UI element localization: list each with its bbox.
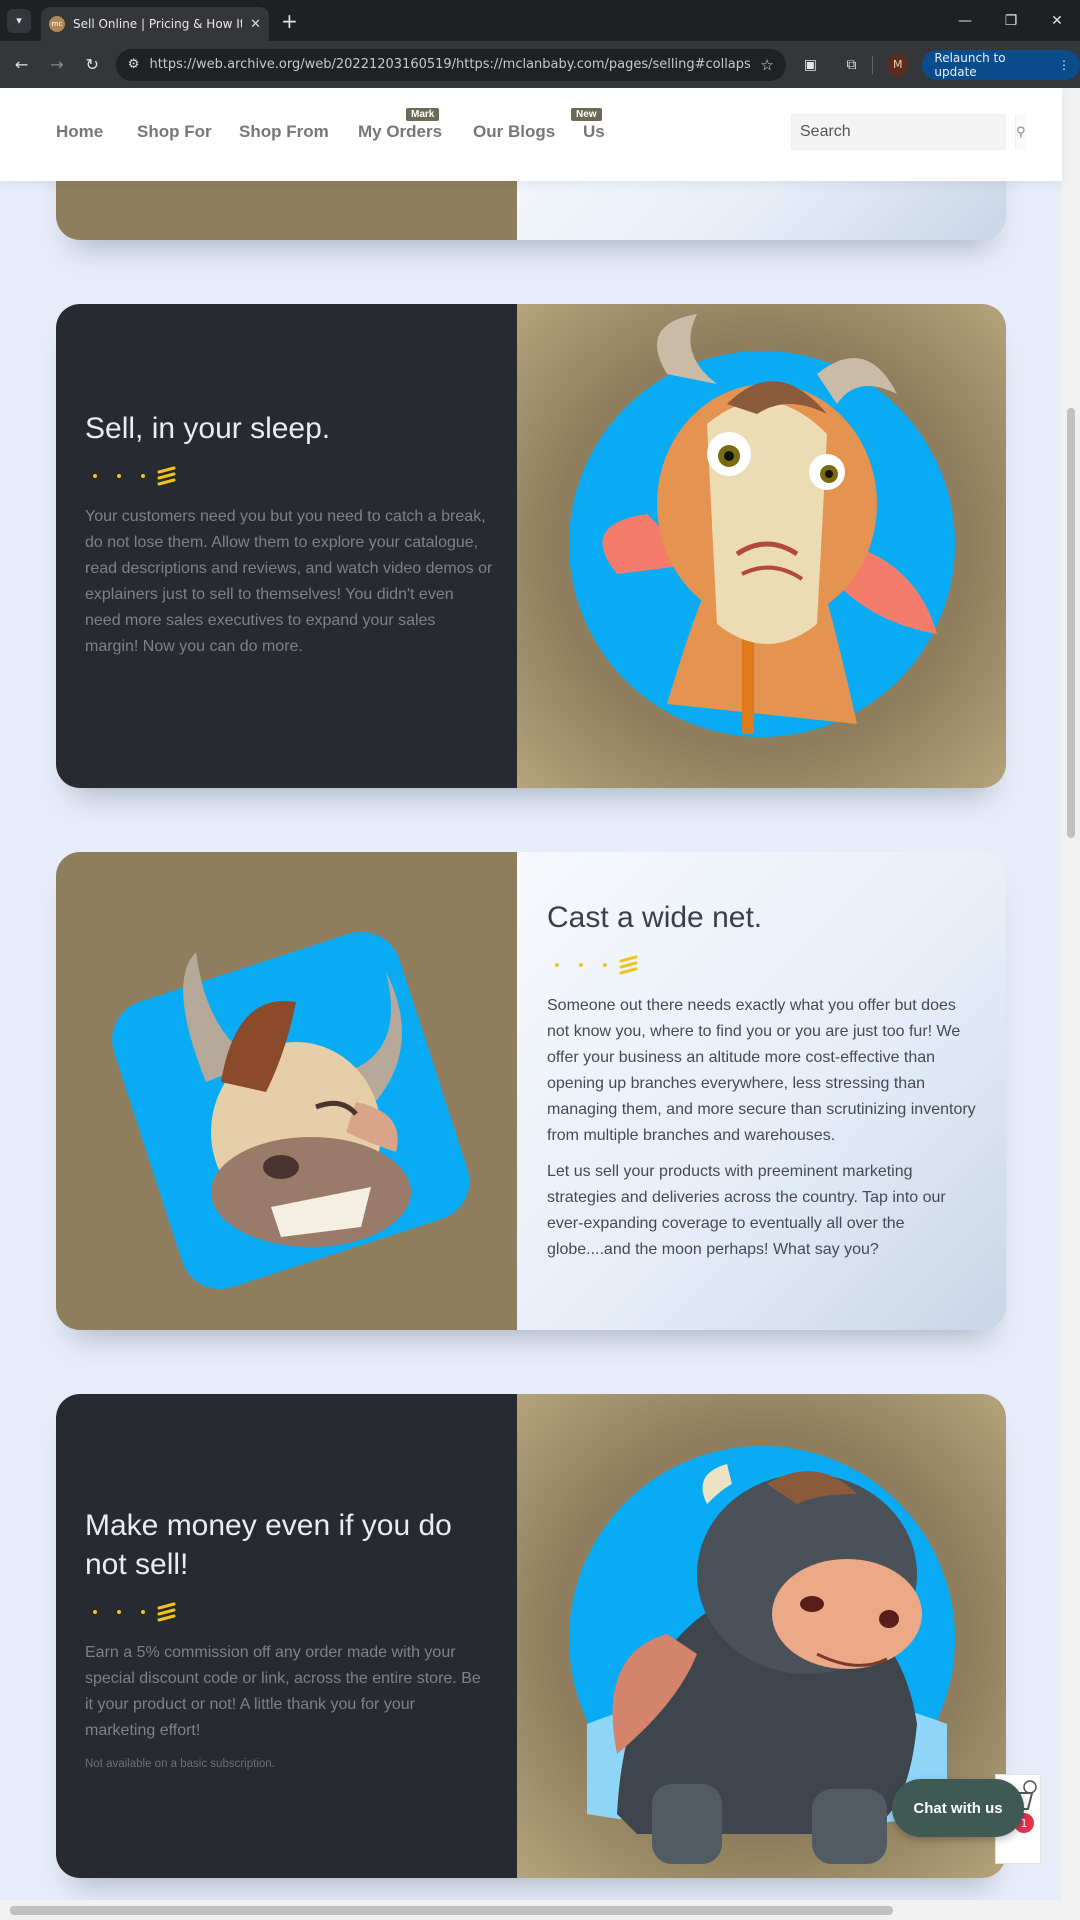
cast-icon[interactable]: ▣ [794, 57, 827, 73]
card-title: Cast a wide net. [547, 901, 763, 934]
card-body-secondary: Let us sell your products with preeminen… [547, 1163, 946, 1258]
address-bar[interactable]: ⚙ https://web.archive.org/web/2022120316… [115, 48, 786, 81]
card-title: Make money even if you do not sell! [85, 1509, 452, 1581]
site-info-icon[interactable]: ⚙ [128, 57, 140, 72]
card-body: Your customers need you but you need to … [85, 508, 493, 655]
nav-home[interactable]: Home [56, 122, 103, 142]
window-close-icon[interactable]: ✕ [1034, 13, 1080, 29]
decorative-dots [93, 466, 493, 486]
decorative-dots [555, 955, 977, 975]
search-icon[interactable]: ⚲ [1015, 115, 1026, 149]
tab-search-button[interactable]: ▾ [7, 8, 31, 33]
relaunch-label: Relaunch to update [934, 50, 1006, 79]
card-text-panel: Cast a wide net. Someone out there needs… [517, 852, 1006, 1330]
nav-us[interactable]: New Us [571, 108, 605, 142]
back-icon[interactable]: ← [8, 55, 35, 74]
nav-our-blogs[interactable]: Our Blogs [473, 122, 555, 142]
card-body: Someone out there needs exactly what you… [547, 997, 976, 1144]
search-input[interactable] [792, 115, 1015, 149]
horizontal-scrollbar[interactable] [0, 1900, 1080, 1920]
site-favicon: mc [49, 16, 65, 32]
new-tab-button[interactable]: + [281, 9, 298, 33]
bull-illustration [112, 931, 470, 1290]
tab-title: Sell Online | Pricing & How It W [73, 17, 243, 31]
more-menu-icon[interactable]: ⋮ [1058, 58, 1070, 72]
zigzag-icon [157, 466, 176, 486]
minimize-icon[interactable]: — [942, 13, 988, 29]
horizontal-scroll-thumb[interactable] [10, 1906, 893, 1915]
url-text[interactable]: https://web.archive.org/web/202212031605… [149, 57, 750, 72]
nav-my-orders[interactable]: Mark My Orders [358, 108, 443, 142]
search-box: ⚲ [791, 114, 1026, 150]
close-icon[interactable]: ✕ [250, 17, 261, 32]
nav-badge-mark: Mark [406, 108, 440, 121]
restore-icon[interactable]: ❐ [988, 13, 1034, 29]
card-title: Sell, in your sleep. [85, 412, 331, 445]
page-viewport: Home Shop For Shop From Mark My Orders O… [0, 88, 1080, 1900]
toolbar-divider [872, 55, 873, 74]
card-sell-in-sleep: Sell, in your sleep. Your customers need… [56, 304, 1006, 788]
nav-us-label: Us [583, 122, 605, 141]
vertical-scrollbar[interactable] [1062, 88, 1080, 1900]
browser-tab[interactable]: mc Sell Online | Pricing & How It W ✕ [41, 7, 269, 41]
goat-illustration [569, 314, 955, 737]
nav-shop-from[interactable]: Shop From [239, 122, 329, 142]
profile-avatar[interactable]: M [886, 53, 909, 76]
window-controls: — ❐ ✕ [942, 13, 1080, 29]
chat-with-us-button[interactable]: Chat with us [892, 1779, 1024, 1837]
vertical-scroll-thumb[interactable] [1067, 408, 1075, 838]
forward-icon[interactable]: → [43, 55, 70, 74]
reload-icon[interactable]: ↻ [79, 55, 106, 74]
card-make-money: Make money even if you do not sell! Earn… [56, 1394, 1006, 1878]
card-image-panel [56, 852, 517, 1330]
decorative-dots [93, 1602, 485, 1622]
browser-toolbar: ← → ↻ ⚙ https://web.archive.org/web/2022… [0, 41, 1080, 88]
zigzag-icon [157, 1602, 176, 1622]
card-text-panel: Make money even if you do not sell! Earn… [56, 1394, 517, 1878]
card-image-panel [517, 304, 1006, 788]
card-note: Not available on a basic subscription. [85, 1758, 275, 1770]
extensions-icon[interactable]: ⧉ [835, 57, 868, 73]
relaunch-button[interactable]: Relaunch to update ⋮ [922, 49, 1080, 80]
chevron-down-icon: ▾ [16, 14, 22, 27]
zigzag-icon [619, 955, 638, 975]
nav-my-orders-label: My Orders [358, 122, 443, 141]
nav-badge-new: New [571, 108, 602, 121]
card-body: Earn a 5% commission off any order made … [85, 1644, 481, 1739]
card-cast-wide-net: Cast a wide net. Someone out there needs… [56, 852, 1006, 1330]
card-text-panel: Sell, in your sleep. Your customers need… [56, 304, 517, 788]
bookmark-star-icon[interactable]: ☆ [760, 56, 773, 74]
site-header: Home Shop For Shop From Mark My Orders O… [0, 88, 1062, 181]
nav-shop-for[interactable]: Shop For [137, 122, 212, 142]
browser-tab-bar: ▾ mc Sell Online | Pricing & How It W ✕ … [0, 0, 1080, 41]
